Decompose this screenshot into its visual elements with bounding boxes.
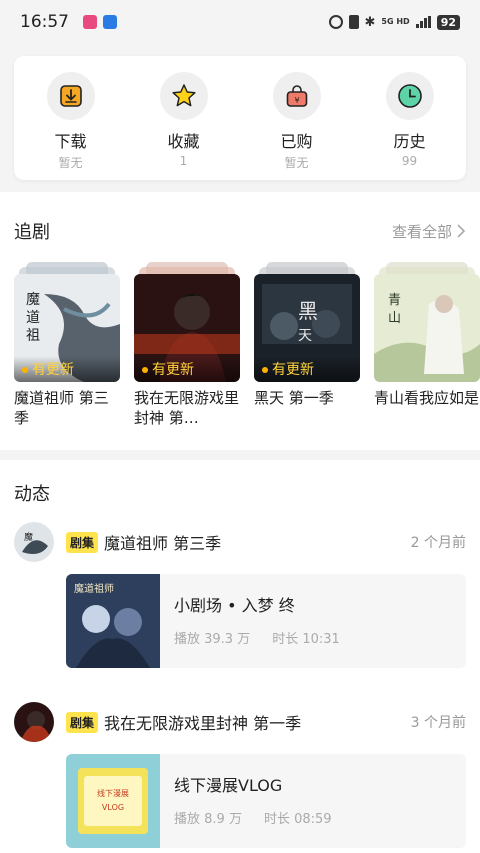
quick-action-label: 下载 — [54, 132, 87, 151]
following-header: 追剧 查看全部 — [14, 218, 466, 244]
feed-series-title[interactable]: 我在无限游戏里封神 第一季 — [104, 710, 411, 734]
series-card[interactable]: 青 山 青山看我应如是 — [374, 262, 480, 437]
see-all-label: 查看全部 — [391, 222, 452, 241]
series-name: 我在无限游戏里封神 第… — [134, 389, 240, 427]
series-name: 黑天 第一季 — [254, 389, 334, 407]
app-notification-icon — [83, 15, 97, 29]
series-card[interactable]: 黑 天 有更新 黑天 第一季 — [254, 262, 360, 437]
signal-icon — [415, 16, 431, 28]
quick-action-purchased[interactable]: ¥ 已购 暂无 — [247, 72, 347, 180]
feed-item: 魔 剧集 魔道祖师 第三季 2 个月前 魔道祖师 小剧场 • 入梦 终 播放 3… — [14, 522, 466, 668]
quick-action-download[interactable]: 下载 暂无 — [21, 72, 121, 180]
series-cover: 魔 道 祖 有更新 — [14, 274, 120, 382]
quick-action-count: 暂无 — [284, 156, 309, 170]
feed-header: 动态 — [14, 480, 466, 506]
clock-icon — [397, 84, 422, 108]
avatar[interactable]: 魔 — [14, 522, 54, 562]
feed-item: 剧集 我在无限游戏里封神 第一季 3 个月前 线下漫展 VLOG 线下漫展VLO… — [14, 702, 466, 848]
update-badge: 有更新 — [14, 356, 120, 382]
svg-text:祖: 祖 — [26, 328, 40, 344]
svg-text:魔: 魔 — [24, 531, 33, 543]
svg-text:道: 道 — [26, 310, 40, 326]
series-tag: 剧集 — [66, 531, 99, 553]
video-duration: 时长 08:59 — [263, 812, 332, 827]
quick-action-label: 历史 — [393, 132, 426, 151]
svg-text:¥: ¥ — [294, 96, 299, 105]
chevron-right-icon — [457, 224, 466, 238]
video-card[interactable]: 线下漫展 VLOG 线下漫展VLOG 播放 8.9 万 时长 08:59 — [66, 754, 466, 848]
section-divider — [0, 450, 480, 460]
svg-text:魔道祖师: 魔道祖师 — [74, 582, 114, 595]
video-thumbnail: 线下漫展 VLOG — [66, 754, 160, 848]
update-badge: 有更新 — [254, 356, 360, 382]
video-title: 小剧场 • 入梦 终 — [174, 596, 295, 615]
status-bar: 16:57 ✱ 5G HD 92 — [0, 0, 480, 44]
svg-text:天: 天 — [298, 328, 312, 344]
star-icon — [171, 84, 196, 107]
following-list: 魔 道 祖 有更新 魔道祖师 第三季 有更新 我在无限游戏里封神 第… 黑 天 … — [14, 262, 480, 437]
quick-action-count: 暂无 — [58, 156, 83, 170]
series-card[interactable]: 魔 道 祖 有更新 魔道祖师 第三季 — [14, 262, 120, 437]
see-all-link[interactable]: 查看全部 — [392, 221, 466, 242]
main-content: 追剧 查看全部 魔 道 祖 有更新 魔道祖师 第三季 有更新 我在无限游戏里封神… — [0, 192, 480, 853]
quick-actions-card: 下载 暂无 收藏 1 ¥ 已购 暂无 历史 99 — [14, 56, 466, 180]
alipay-notification-icon — [103, 15, 117, 29]
feed-time: 3 个月前 — [410, 715, 466, 731]
series-cover: 有更新 — [134, 274, 240, 382]
avatar[interactable] — [14, 702, 54, 742]
quick-action-count: 99 — [401, 154, 418, 168]
series-cover: 黑 天 有更新 — [254, 274, 360, 382]
series-name: 青山看我应如是 — [374, 389, 480, 407]
vibrate-icon — [348, 15, 359, 29]
video-title: 线下漫展VLOG — [174, 776, 283, 795]
video-card[interactable]: 魔道祖师 小剧场 • 入梦 终 播放 39.3 万 时长 10:31 — [66, 574, 466, 668]
svg-text:青: 青 — [388, 293, 401, 308]
download-icon — [59, 85, 82, 107]
series-cover: 青 山 — [374, 274, 480, 382]
quick-action-count: 1 — [179, 154, 188, 168]
series-tag: 剧集 — [66, 711, 99, 733]
play-count: 播放 8.9 万 — [174, 812, 242, 827]
feed-series-title[interactable]: 魔道祖师 第三季 — [104, 530, 411, 554]
following-title: 追剧 — [14, 222, 50, 243]
network-type: 5G HD — [381, 17, 410, 26]
bluetooth-icon: ✱ — [364, 14, 376, 30]
svg-text:山: 山 — [388, 311, 401, 326]
play-count: 播放 39.3 万 — [174, 632, 251, 647]
purchase-bag-icon: ¥ — [286, 85, 307, 107]
quick-action-favorites[interactable]: 收藏 1 — [134, 72, 234, 180]
series-name: 魔道祖师 第三季 — [14, 389, 109, 427]
video-duration: 时长 10:31 — [272, 632, 340, 647]
quick-action-label: 收藏 — [167, 132, 200, 151]
feed-title: 动态 — [14, 484, 50, 505]
status-time: 16:57 — [20, 12, 69, 32]
quick-action-label: 已购 — [280, 132, 313, 151]
svg-text:线下漫展: 线下漫展 — [97, 788, 129, 798]
svg-text:VLOG: VLOG — [102, 803, 124, 812]
svg-text:黑: 黑 — [298, 299, 318, 323]
series-card[interactable]: 有更新 我在无限游戏里封神 第… — [134, 262, 240, 437]
alarm-icon — [328, 15, 343, 29]
svg-text:魔: 魔 — [26, 292, 40, 308]
video-thumbnail: 魔道祖师 — [66, 574, 160, 668]
feed-time: 2 个月前 — [410, 535, 466, 551]
update-badge: 有更新 — [134, 356, 240, 382]
quick-action-history[interactable]: 历史 99 — [360, 72, 460, 180]
battery-indicator: 92 — [436, 14, 460, 30]
